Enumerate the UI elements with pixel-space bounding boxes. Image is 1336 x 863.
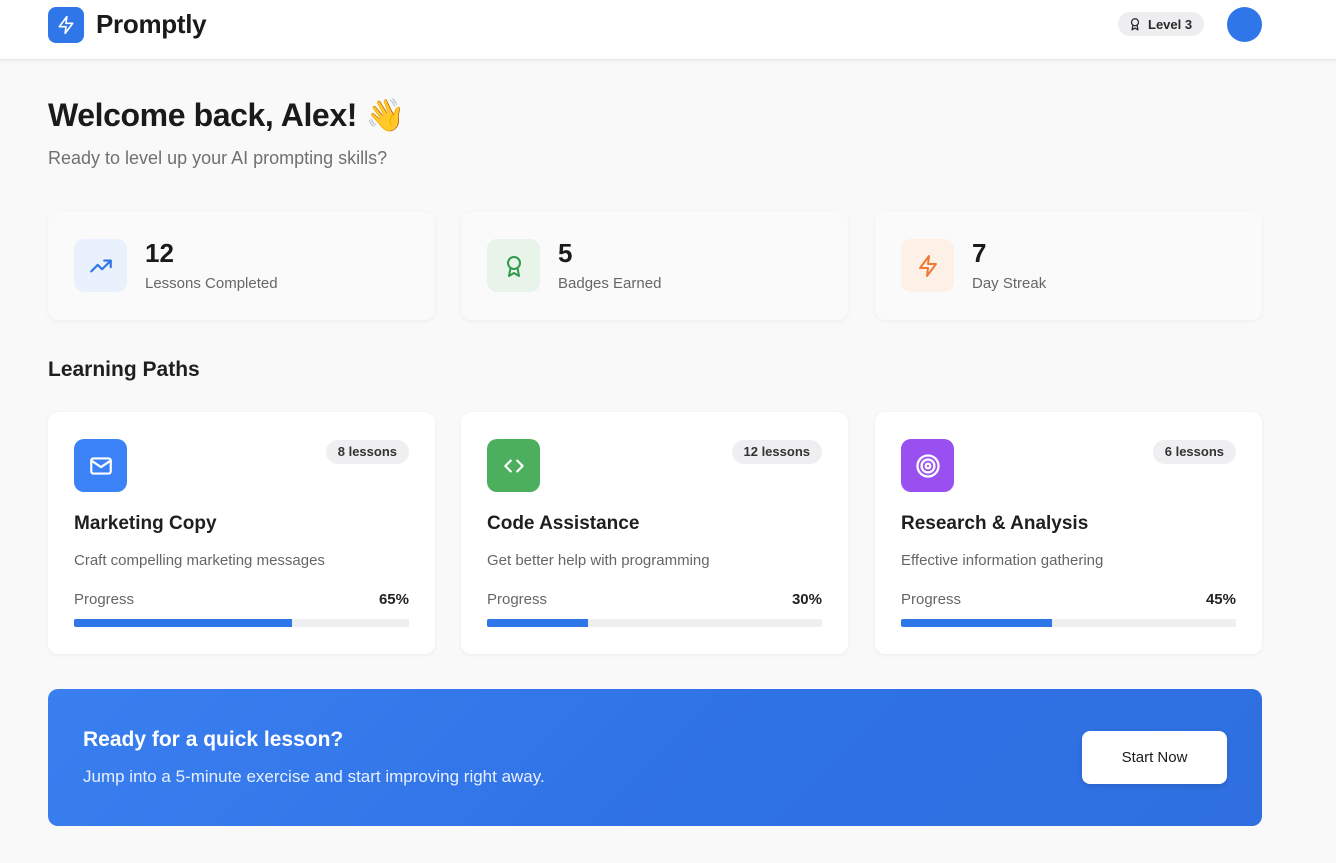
brand-name: Promptly — [96, 9, 207, 39]
zap-icon — [918, 254, 937, 277]
avatar[interactable] — [1227, 7, 1262, 42]
target-icon — [915, 453, 940, 478]
path-card-marketing-copy[interactable]: 8 lessons Marketing Copy Craft compellin… — [48, 412, 435, 654]
path-title: Marketing Copy — [74, 513, 217, 534]
lessons-count-badge: 8 lessons — [325, 440, 409, 464]
banner-description: Jump into a 5-minute exercise and start … — [83, 767, 545, 786]
stat-value: 12 — [145, 238, 174, 268]
path-card-code-assistance[interactable]: 12 lessons Code Assistance Get better he… — [461, 412, 848, 654]
zap-icon — [58, 15, 74, 35]
progress-bar — [74, 619, 409, 627]
path-icon-research — [901, 439, 954, 492]
award-icon — [506, 255, 521, 277]
page-subtitle: Ready to level up your AI prompting skil… — [48, 148, 388, 168]
path-icon-code — [487, 439, 540, 492]
banner-title: Ready for a quick lesson? — [83, 728, 344, 751]
path-description: Effective information gathering — [901, 552, 1104, 569]
path-icon-marketing — [74, 439, 127, 492]
stat-icon-streak — [901, 239, 954, 292]
level-label: Level 3 — [1148, 16, 1193, 32]
mail-icon — [89, 456, 112, 475]
progress-bar — [487, 619, 822, 627]
progress-percent: 45% — [1205, 591, 1236, 608]
stat-value: 7 — [972, 238, 987, 268]
path-title: Code Assistance — [487, 513, 640, 534]
stat-label: Badges Earned — [558, 275, 662, 292]
progress-bar — [901, 619, 1236, 627]
code-icon — [503, 459, 524, 472]
progress-percent: 65% — [378, 591, 409, 608]
stat-card-streak: 7 Day Streak — [875, 212, 1262, 320]
path-card-research-analysis[interactable]: 6 lessons Research & Analysis Effective … — [875, 412, 1262, 654]
progress-bar-fill — [487, 619, 588, 627]
section-title-learning-paths: Learning Paths — [48, 358, 200, 381]
start-now-button[interactable]: Start Now — [1082, 731, 1227, 784]
lessons-count-badge: 12 lessons — [731, 440, 822, 464]
progress-label: Progress — [74, 591, 135, 608]
lessons-count-badge: 6 lessons — [1152, 440, 1236, 464]
level-badge: Level 3 — [1118, 12, 1205, 36]
path-description: Craft compelling marketing messages — [74, 552, 325, 569]
stat-card-lessons: 12 Lessons Completed — [48, 212, 435, 320]
progress-label: Progress — [901, 591, 962, 608]
path-title: Research & Analysis — [901, 513, 1089, 534]
trending-up-icon — [89, 259, 112, 272]
path-description: Get better help with programming — [487, 552, 710, 569]
stat-icon-badges — [487, 239, 540, 292]
progress-bar-fill — [74, 619, 292, 627]
stat-label: Lessons Completed — [145, 275, 278, 292]
stat-value: 5 — [558, 238, 573, 268]
stat-icon-lessons — [74, 239, 127, 292]
quick-lesson-banner: Ready for a quick lesson? Jump into a 5-… — [48, 689, 1262, 826]
progress-label: Progress — [487, 591, 548, 608]
logo[interactable] — [48, 7, 84, 43]
page-title: Welcome back, Alex! 👋 — [48, 97, 405, 133]
progress-bar-fill — [901, 619, 1052, 627]
progress-percent: 30% — [791, 591, 822, 608]
award-icon — [1130, 18, 1140, 31]
stat-label: Day Streak — [972, 275, 1047, 292]
stat-card-badges: 5 Badges Earned — [461, 212, 848, 320]
top-bar: Promptly Level 3 — [0, 0, 1336, 60]
